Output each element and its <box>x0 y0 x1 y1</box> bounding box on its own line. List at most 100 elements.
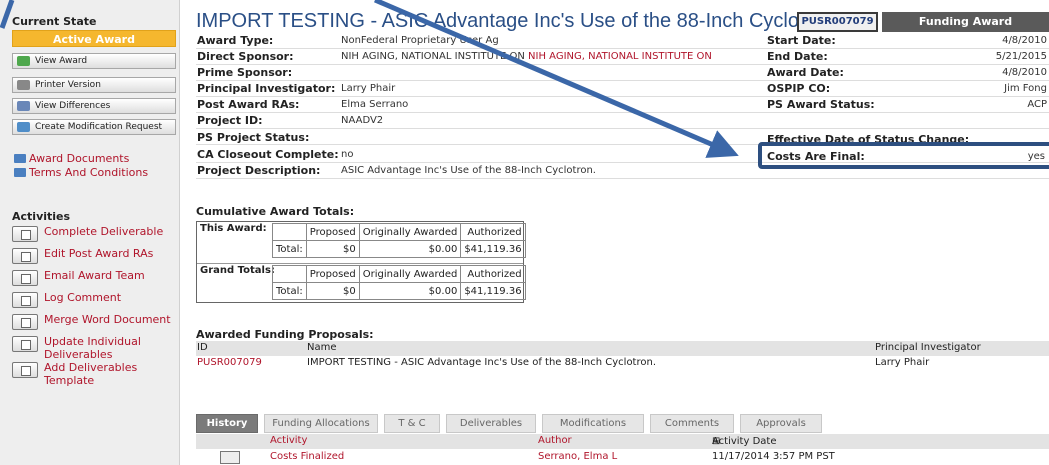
table-row: Proposed Originally Awarded Authorized <box>272 223 526 241</box>
activities-title: Activities <box>12 210 71 223</box>
principal-investigator-value: Larry Phair <box>341 83 396 94</box>
ps-project-status-label: PS Project Status: <box>197 131 310 144</box>
grand-totals-label: Grand Totals: <box>200 265 275 276</box>
ps-award-status-label: PS Award Status: <box>767 98 875 111</box>
this-award-block: This Award: Proposed Originally Awarded … <box>197 222 526 261</box>
view-differences-button[interactable]: View Differences <box>12 98 176 114</box>
table-row: Costs Finalized Serrano, Elma L 11/17/20… <box>196 450 1049 465</box>
project-id-value: NAADV2 <box>341 115 384 126</box>
table-row: Total: $0 $0.00 $41,119.36 <box>272 282 526 300</box>
deliverable-icon <box>12 226 38 242</box>
view-award-button[interactable]: View Award <box>12 53 176 69</box>
project-description-value: ASIC Advantage Inc's Use of the 88-Inch … <box>341 165 596 176</box>
edit-post-award-ras-action[interactable]: Edit Post Award RAs <box>12 247 178 267</box>
end-date-value: 5/21/2015 <box>995 51 1047 62</box>
complete-deliverable-action[interactable]: Complete Deliverable <box>12 225 178 245</box>
column-header-name: Name <box>307 342 337 353</box>
history-date: 11/17/2014 3:57 PM PST <box>712 451 835 462</box>
differences-icon <box>17 101 30 111</box>
tab-deliverables[interactable]: Deliverables <box>446 414 536 433</box>
award-type-label: Award Type: <box>197 34 274 47</box>
proposal-name: IMPORT TESTING - ASIC Advantage Inc's Us… <box>307 357 657 368</box>
this-award-table: Proposed Originally Awarded Authorized T… <box>272 223 526 258</box>
tab-comments[interactable]: Comments <box>650 414 734 433</box>
award-page: Current State Active Award View Award Pr… <box>0 0 1049 465</box>
column-header-id: ID <box>197 342 208 353</box>
template-icon <box>12 362 38 378</box>
table-row: Proposed Originally Awarded Authorized <box>272 265 526 283</box>
view-award-icon <box>17 56 30 66</box>
this-award-label: This Award: <box>200 223 267 234</box>
ospip-co-label: OSPIP CO: <box>767 82 831 95</box>
history-author[interactable]: Serrano, Elma L <box>538 451 617 462</box>
direct-sponsor-label: Direct Sponsor: <box>197 50 294 63</box>
email-icon <box>12 270 38 286</box>
tab-history[interactable]: History <box>196 414 258 433</box>
post-award-ras-value: Elma Serrano <box>341 99 409 110</box>
row-divider <box>196 178 1049 179</box>
column-header-author[interactable]: Author <box>538 435 572 446</box>
history-header: Activity Author ⊞ Activity Date <box>196 434 1049 449</box>
update-individual-deliverables-action[interactable]: Update Individual Deliverables <box>12 335 178 361</box>
column-header-activity[interactable]: Activity <box>270 435 307 446</box>
folder-icon <box>14 154 26 163</box>
grand-totals-block: Grand Totals: Proposed Originally Awarde… <box>197 263 526 302</box>
merge-word-document-action[interactable]: Merge Word Document <box>12 313 178 333</box>
project-id-label: Project ID: <box>197 114 263 127</box>
history-activity[interactable]: Costs Finalized <box>270 451 344 462</box>
tab-approvals[interactable]: Approvals <box>740 414 822 433</box>
row-divider <box>196 96 1049 97</box>
award-date-value: 4/8/2010 <box>1002 67 1047 78</box>
totals-box: This Award: Proposed Originally Awarded … <box>196 221 526 303</box>
start-date-label: Start Date: <box>767 34 836 47</box>
column-header-pi: Principal Investigator <box>875 342 981 353</box>
comment-icon <box>12 292 38 308</box>
folder-icon <box>14 168 26 177</box>
printer-icon <box>17 80 30 90</box>
active-award-status: Active Award <box>12 30 176 47</box>
users-icon <box>12 248 38 264</box>
end-date-label: End Date: <box>767 50 828 63</box>
costs-final-highlight <box>758 142 1049 169</box>
tab-funding-allocations[interactable]: Funding Allocations <box>264 414 378 433</box>
award-type-value: NonFederal Proprietary User Ag <box>341 35 499 46</box>
project-description-label: Project Description: <box>197 164 321 177</box>
current-state-title: Current State <box>12 15 97 28</box>
awarded-proposals-title: Awarded Funding Proposals: <box>196 328 374 341</box>
post-award-ras-label: Post Award RAs: <box>197 98 300 111</box>
create-modification-request-button[interactable]: Create Modification Request <box>12 119 176 135</box>
email-award-team-action[interactable]: Email Award Team <box>12 269 178 289</box>
row-divider <box>196 128 1049 129</box>
principal-investigator-label: Principal Investigator: <box>197 82 336 95</box>
table-row: PUSR007079 IMPORT TESTING - ASIC Advanta… <box>196 356 1049 370</box>
row-divider <box>196 80 1049 81</box>
proposal-id-badge[interactable]: PUSR007079 <box>797 12 878 32</box>
page-title: IMPORT TESTING - ASIC Advantage Inc's Us… <box>196 10 839 32</box>
update-icon <box>12 336 38 352</box>
start-date-value: 4/8/2010 <box>1002 35 1047 46</box>
proposals-header: ID Name Principal Investigator <box>196 341 1049 356</box>
tab-terms-and-conditions[interactable]: T & C <box>384 414 440 433</box>
row-divider <box>196 64 1049 65</box>
ca-closeout-complete-label: CA Closeout Complete: <box>197 148 339 161</box>
log-comment-action[interactable]: Log Comment <box>12 291 178 311</box>
direct-sponsor-value: NIH AGING, NATIONAL INSTITUTE ON NIH AGI… <box>341 51 712 62</box>
sidebar: Current State Active Award View Award Pr… <box>0 0 180 465</box>
tab-modifications[interactable]: Modifications <box>542 414 644 433</box>
modification-icon <box>17 122 30 132</box>
printer-version-button[interactable]: Printer Version <box>12 77 176 93</box>
ps-award-status-value: ACP <box>1027 99 1047 110</box>
prime-sponsor-label: Prime Sponsor: <box>197 66 293 79</box>
terms-and-conditions-link[interactable]: Terms And Conditions <box>14 166 148 179</box>
add-deliverables-template-action[interactable]: Add Deliverables Template <box>12 361 178 387</box>
funding-award-badge: Funding Award <box>882 12 1049 32</box>
proposal-id-link[interactable]: PUSR007079 <box>197 357 262 368</box>
award-documents-link[interactable]: Award Documents <box>14 152 129 165</box>
award-date-label: Award Date: <box>767 66 844 79</box>
history-entry-icon <box>220 451 240 464</box>
table-row: Total: $0 $0.00 $41,119.36 <box>272 240 526 258</box>
ca-closeout-complete-value: no <box>341 149 354 160</box>
proposal-pi: Larry Phair <box>875 357 930 368</box>
row-divider <box>196 112 1049 113</box>
grand-totals-table: Proposed Originally Awarded Authorized T… <box>272 265 526 300</box>
